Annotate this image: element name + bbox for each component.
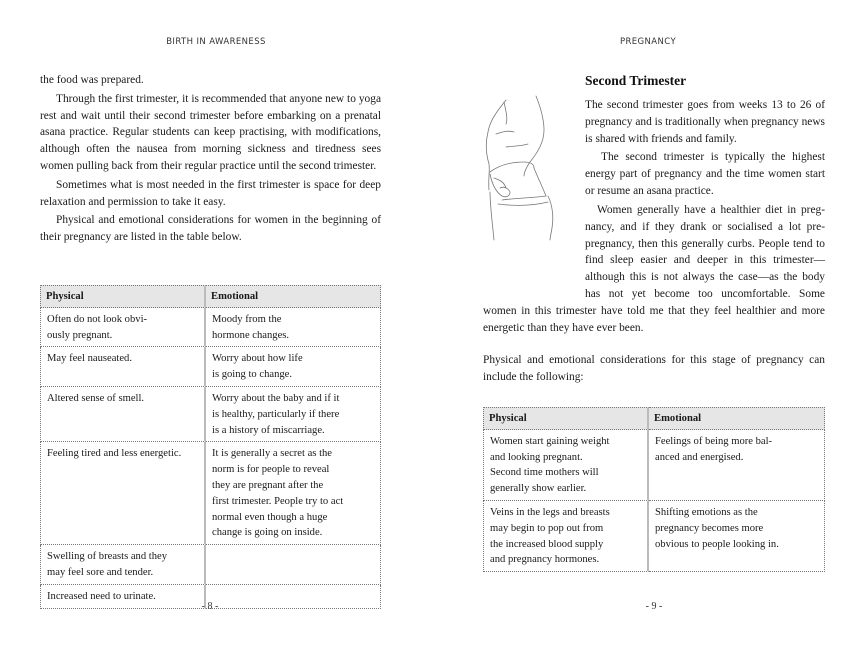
paragraph: The second trimester goes from weeks 13 … <box>585 99 825 145</box>
page-number: - 8 - <box>201 601 219 612</box>
table-row: Women start gaining weight and looking pr… <box>483 429 825 501</box>
cell-physical: Veins in the legs and breasts may begin t… <box>483 500 649 573</box>
body-text-wrapped: The second trimester goes from weeks 13 … <box>585 97 825 202</box>
column-header-emotional: Emotional <box>649 407 825 430</box>
paragraph: the food was prepared. <box>40 74 144 86</box>
column-header-emotional: Emotional <box>206 285 381 308</box>
column-header-physical: Physical <box>483 407 649 430</box>
figure-wrap-space <box>483 202 585 286</box>
body-text-intro: Physical and emotional considerations fo… <box>483 352 825 388</box>
cell-emotional: Worry about the baby and if it is healthy… <box>206 386 381 443</box>
table-row: May feel nauseated. Worry about how life i… <box>40 347 381 387</box>
right-page: PREGNANCY Second Trimester The second tr… <box>432 0 864 648</box>
table-row: Veins in the legs and breasts may begin t… <box>483 500 825 573</box>
back-outline <box>485 99 507 191</box>
body-text-full: Women generally have a healthier diet in… <box>483 202 825 338</box>
table-body: Often do not look obvi-ously pregnant. Mo… <box>40 307 381 609</box>
table-row: Often do not look obvi-ously pregnant. Mo… <box>40 307 381 348</box>
first-trimester-table: Physical Emotional Often do not look obv… <box>40 285 381 609</box>
arm-outline <box>523 95 545 177</box>
second-trimester-table: Physical Emotional Women start gaining w… <box>483 407 825 573</box>
left-page: BIRTH IN AWARENESS the food was prepared… <box>0 0 432 648</box>
hand-outline <box>489 173 511 198</box>
cell-physical: Often do not look obvi-ously pregnant. <box>40 307 206 348</box>
paragraph: Sometimes what is most needed in the fir… <box>40 178 381 208</box>
cell-emotional: Shifting emotions as the pregnancy become… <box>649 500 825 573</box>
running-head: BIRTH IN AWARENESS <box>166 37 266 47</box>
body-text: the food was prepared. Through the first… <box>40 72 381 248</box>
cell-physical: Feeling tired and less energetic. <box>40 442 206 546</box>
cell-emotional: It is generally a secret as the norm is f… <box>206 442 381 546</box>
page-number: - 9 - <box>645 601 663 612</box>
cell-physical: Women start gaining weight and looking pr… <box>483 429 649 501</box>
cell-emotional: Worry about how life is going to change. <box>206 347 381 387</box>
table-row: Altered sense of smell. Worry about the b… <box>40 386 381 443</box>
table-header-row: Physical Emotional <box>40 285 381 308</box>
cell-physical: Altered sense of smell. <box>40 386 206 443</box>
table-row: Feeling tired and less energetic. It is g… <box>40 442 381 546</box>
paragraph: Physical and emotional considerations fo… <box>40 214 381 244</box>
paragraph: The second trimester is typically the hi… <box>585 151 825 197</box>
paragraph: Physical and emotional considerations fo… <box>483 354 825 383</box>
column-header-physical: Physical <box>40 285 206 308</box>
running-head: PREGNANCY <box>619 37 677 47</box>
section-title: Second Trimester <box>585 73 687 88</box>
cell-physical: May feel nauseated. <box>40 347 206 387</box>
table-body: Women start gaining weight and looking pr… <box>483 429 825 573</box>
cell-physical: Swelling of breasts and they may feel sor… <box>40 545 206 585</box>
cell-emotional: Moody from the hormone changes. <box>206 307 381 348</box>
table-row: Swelling of breasts and they may feel sor… <box>40 545 381 585</box>
paragraph: Through the first trimester, it is recom… <box>40 92 381 172</box>
cell-emotional: Feelings of being more bal-anced and ene… <box>649 429 825 501</box>
cell-emotional <box>206 545 381 585</box>
paragraph: Women generally have a healthier diet in… <box>483 202 825 334</box>
table-header-row: Physical Emotional <box>483 407 825 430</box>
